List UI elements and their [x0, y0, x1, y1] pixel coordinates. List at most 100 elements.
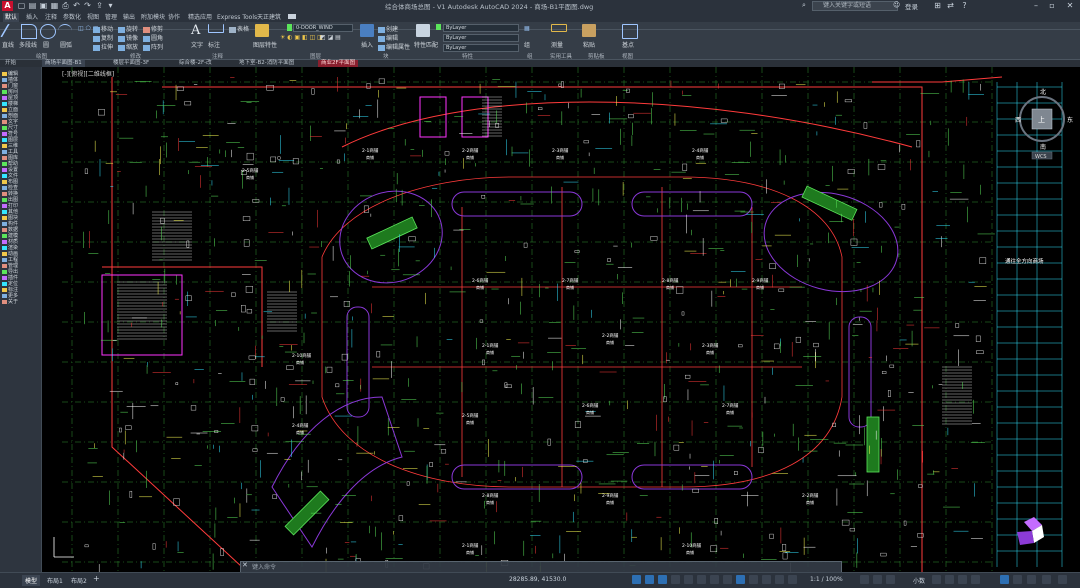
status-toggle-icon[interactable]: [860, 575, 869, 584]
tab-view[interactable]: 视图: [85, 13, 101, 22]
status-toggle-icon[interactable]: [1013, 575, 1022, 584]
units-dropdown[interactable]: 小数: [910, 575, 928, 586]
linetype-dropdown[interactable]: ByLayer: [443, 34, 519, 42]
sign-in-link[interactable]: 登录: [905, 1, 918, 11]
help-icon[interactable]: ?: [960, 1, 969, 10]
polyline-tool-icon[interactable]: [21, 24, 37, 39]
status-toggle-icon[interactable]: [775, 575, 784, 584]
paste-icon[interactable]: [582, 24, 596, 37]
circle-tool-label[interactable]: 圆: [43, 40, 49, 49]
open-file-icon[interactable]: ▤: [28, 1, 37, 10]
status-toggle-icon[interactable]: [736, 575, 745, 584]
line-tool-label[interactable]: 直线: [2, 40, 14, 49]
edit-block[interactable]: 编辑: [378, 33, 398, 42]
file-tab-1[interactable]: 商场平面图-B1: [42, 60, 85, 67]
panel-label-clipboard[interactable]: 剪贴板: [588, 52, 605, 60]
viewport-label[interactable]: [-][俯视][二维线框]: [62, 70, 114, 78]
dimension-tool-icon[interactable]: [208, 24, 224, 33]
file-tab-start[interactable]: 开始: [2, 60, 19, 67]
arc-tool-label[interactable]: 圆弧: [60, 40, 72, 49]
measure-icon[interactable]: [551, 24, 567, 32]
plot-icon[interactable]: ⎙: [61, 1, 70, 10]
layout1-tab[interactable]: 布局1: [44, 575, 66, 586]
edit-attributes[interactable]: 编辑属性: [378, 42, 410, 51]
layer-dropdown[interactable]: 0-DOOR_WIND: [293, 24, 353, 32]
color-dropdown[interactable]: ByLayer: [443, 24, 519, 32]
measure-label[interactable]: 测量: [551, 40, 563, 49]
create-block[interactable]: 创建: [378, 24, 398, 33]
insert-block-icon[interactable]: [360, 24, 374, 37]
navigation-wheel-icon[interactable]: [1017, 517, 1044, 545]
search-icon[interactable]: ⌕: [802, 1, 810, 10]
base-point-label[interactable]: 基点: [622, 40, 634, 49]
mirror-tool[interactable]: 镜像: [118, 33, 138, 42]
status-toggle-icon[interactable]: [632, 575, 641, 584]
tab-addins[interactable]: 附加模块: [139, 13, 167, 22]
status-toggle-icon[interactable]: [1058, 575, 1067, 584]
status-toggle-icon[interactable]: [873, 575, 882, 584]
panel-label-properties[interactable]: 特性: [462, 52, 473, 60]
tab-insert[interactable]: 插入: [24, 13, 40, 22]
polyline-tool-label[interactable]: 多段线: [19, 40, 37, 49]
table-tool[interactable]: 表格: [229, 24, 249, 33]
layer-extra-1[interactable]: ◩ ◪ ▤: [320, 34, 341, 41]
lineweight-dropdown[interactable]: ByLayer: [443, 44, 519, 52]
copy-tool[interactable]: 复制: [93, 33, 113, 42]
status-toggle-icon[interactable]: [671, 575, 680, 584]
array-tool[interactable]: 阵列: [143, 42, 163, 51]
floor-plan-drawing[interactable]: 2-1商铺商铺2-2商铺商铺2-3商铺商铺2-4商铺商铺2-5商铺商铺2-6商铺…: [42, 67, 1080, 572]
file-tab-4[interactable]: 地下室-B2-消防平面图: [236, 60, 297, 67]
ribbon-toggle-icon[interactable]: [288, 14, 296, 19]
user-icon[interactable]: ☺: [893, 1, 902, 10]
command-input[interactable]: 键入命令: [252, 562, 276, 571]
drawing-canvas[interactable]: 2-1商铺 商铺 2-2商铺 商铺 2-3商铺 商铺 2-4商铺 商铺 2-5商铺 商铺 2-6商铺…: [42, 67, 1080, 572]
palette-item[interactable]: 关于: [2, 298, 18, 305]
status-toggle-icon[interactable]: [886, 575, 895, 584]
minimize-icon[interactable]: –: [1030, 0, 1042, 12]
fillet-tool[interactable]: 圆角: [143, 33, 163, 42]
cart-icon[interactable]: ⊞: [933, 1, 942, 10]
paste-label[interactable]: 粘贴: [583, 40, 595, 49]
panel-label-block[interactable]: 块: [383, 52, 389, 60]
status-toggle-icon[interactable]: [932, 575, 941, 584]
layer-properties-icon[interactable]: [255, 24, 269, 37]
move-tool[interactable]: 移动: [93, 24, 113, 33]
compass-south[interactable]: 南: [1040, 143, 1046, 151]
compass-north[interactable]: 北: [1040, 88, 1046, 96]
help-search-input[interactable]: 键入关键字或短语: [812, 1, 898, 11]
save-icon[interactable]: ▣: [39, 1, 48, 10]
status-toggle-icon[interactable]: [1042, 575, 1051, 584]
maximize-icon[interactable]: ▫: [1046, 0, 1058, 12]
layer-properties-label[interactable]: 图层特性: [253, 40, 277, 49]
tab-express-tools[interactable]: Express Tools: [215, 13, 259, 22]
tab-home[interactable]: 默认: [3, 13, 20, 22]
scale-tool[interactable]: 缩放: [118, 42, 138, 51]
trim-tool[interactable]: 修剪: [143, 24, 163, 33]
status-toggle-icon[interactable]: [971, 575, 980, 584]
annotation-scale[interactable]: 1:1 / 100%: [807, 575, 846, 584]
tab-parametric[interactable]: 参数化: [61, 13, 83, 22]
model-tab[interactable]: 模型: [22, 575, 41, 586]
insert-block-label[interactable]: 插入: [361, 40, 373, 49]
text-tool-icon[interactable]: A: [191, 23, 200, 38]
layout2-tab[interactable]: 布局2: [68, 575, 90, 586]
redo-icon[interactable]: ↷: [83, 1, 92, 10]
tab-manage[interactable]: 管理: [103, 13, 119, 22]
view-cube[interactable]: 北 上 东 南 西 WCS: [1015, 88, 1073, 160]
panel-label-modify[interactable]: 修改: [130, 52, 141, 60]
rotate-tool[interactable]: 旋转: [118, 24, 138, 33]
view-cube-top[interactable]: 上: [1038, 115, 1045, 124]
circle-tool-icon[interactable]: [40, 24, 56, 39]
new-file-icon[interactable]: ▢: [17, 1, 26, 10]
group-icon[interactable]: ▦: [524, 25, 530, 32]
panel-label-draw[interactable]: 绘图: [36, 52, 47, 60]
add-layout-button[interactable]: +: [90, 573, 103, 584]
layer-state-icons[interactable]: ☀ ◐ ▣ ◧ ◫ ◨: [280, 34, 323, 41]
panel-label-annotation[interactable]: 注释: [212, 52, 223, 60]
command-close-icon[interactable]: ✕: [242, 561, 248, 569]
panel-label-groups[interactable]: 组: [527, 52, 533, 60]
compass-east[interactable]: 东: [1067, 116, 1073, 124]
base-point-icon[interactable]: [622, 24, 638, 39]
exchange-icon[interactable]: ⇄: [946, 1, 955, 10]
status-toggle-icon[interactable]: [723, 575, 732, 584]
